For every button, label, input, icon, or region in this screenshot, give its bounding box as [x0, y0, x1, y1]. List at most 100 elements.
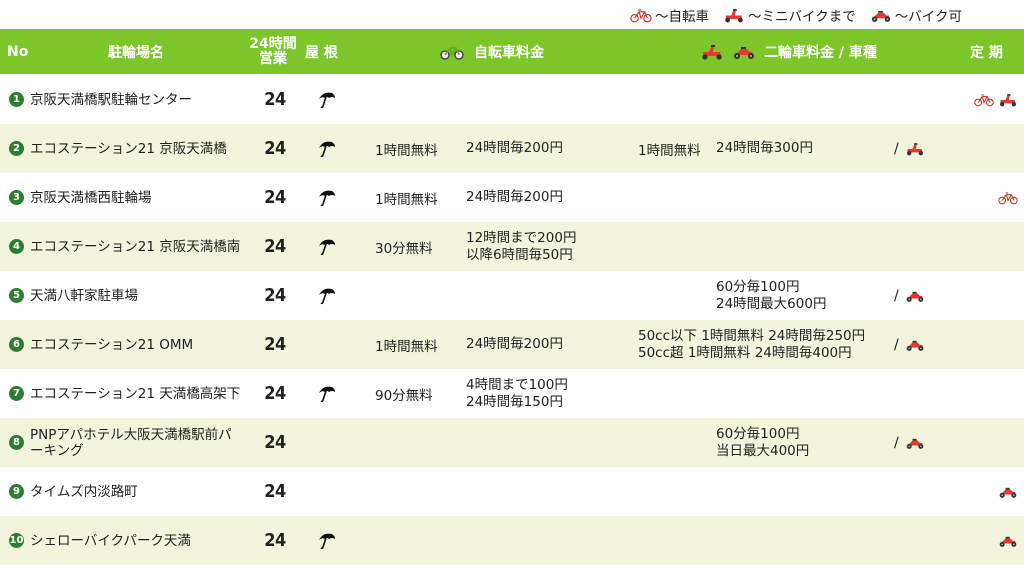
header-bicycle-fee: 自転車料金	[440, 29, 544, 74]
table-row: 3 京阪天満橋西駐輪場 24 1時間無料 24時間毎200円	[0, 173, 1024, 222]
legend-bicycle-label: ～自転車	[655, 9, 709, 25]
legend-minibike: ～ミニバイクまで	[723, 5, 856, 25]
row-number-badge: 6	[9, 337, 24, 352]
header-24h-line2: 営業	[258, 50, 287, 67]
umbrella-icon	[317, 384, 337, 404]
bicycle-fee-line1: 4時間まで100円	[466, 376, 568, 393]
bicycle-free-time: 1時間無料	[375, 338, 438, 355]
row-number-badge: 3	[9, 190, 24, 205]
table-row: 9 タイムズ内淡路町 24	[0, 467, 1024, 516]
parking-name[interactable]: 天満八軒家駐車場	[30, 271, 245, 320]
moto-fee: 50cc以下 1時間無料 24時間毎250円 50cc超 1時間無料 24時間毎…	[638, 320, 865, 369]
hours-24: 24	[264, 432, 286, 453]
minibike-icon	[905, 142, 925, 156]
umbrella-icon	[317, 237, 337, 257]
table-row: 10 シェローバイクパーク天満 24	[0, 516, 1024, 565]
parking-name[interactable]: エコステーション21 京阪天満橋南	[30, 222, 245, 271]
teiki-types	[962, 173, 1018, 222]
bicycle-fee-line2: 24時間毎150円	[466, 393, 563, 410]
hours-24: 24	[264, 530, 286, 551]
hours-24: 24	[264, 236, 286, 257]
teiki-types	[962, 467, 1018, 516]
motorbike-icon	[905, 289, 925, 303]
teiki-types	[962, 516, 1018, 565]
bicycle-icon	[974, 93, 994, 107]
parking-name[interactable]: タイムズ内淡路町	[30, 467, 245, 516]
bicycle-fee-line2: 以降6時間毎50円	[466, 246, 573, 263]
table-header: No 駐輪場名 24時間 営業 屋 根 自転車料金 二輪車料金 / 車種 定 期	[0, 29, 1024, 74]
hours-24: 24	[264, 187, 286, 208]
moto-fee: 24時間毎300円	[716, 140, 813, 156]
minibike-icon	[723, 8, 745, 23]
header-bicycle-fee-label: 自転車料金	[474, 44, 544, 61]
row-number-badge: 5	[9, 288, 24, 303]
bicycle-icon	[998, 191, 1018, 205]
vehicle-type: /	[894, 271, 925, 320]
bicycle-free-time: 30分無料	[375, 240, 433, 257]
vehicle-type: /	[894, 418, 925, 467]
parking-name[interactable]: シェローバイクパーク天満	[30, 516, 245, 565]
type-separator: /	[894, 336, 899, 353]
header-moto-fee: 二輪車料金 / 車種	[700, 29, 877, 74]
minibike-icon	[998, 93, 1018, 107]
parking-name[interactable]: 京阪天満橋西駐輪場	[30, 173, 245, 222]
parking-name[interactable]: エコステーション21 京阪天満橋	[30, 124, 245, 173]
hours-24: 24	[264, 138, 286, 159]
umbrella-icon	[317, 188, 337, 208]
bicycle-icon	[440, 44, 464, 60]
motorbike-icon	[905, 436, 925, 450]
row-number-badge: 10	[9, 533, 24, 548]
hours-24: 24	[264, 89, 286, 110]
umbrella-icon	[317, 531, 337, 551]
parking-name[interactable]: PNPアパホテル大阪天満橋駅前パ ーキング	[30, 418, 245, 467]
header-teiki: 定 期	[970, 44, 1003, 61]
bicycle-fee: 24時間毎200円	[466, 336, 563, 352]
bicycle-fee: 12時間まで200円 以降6時間毎50円	[466, 222, 576, 271]
legend-bike-label: ～バイク可	[894, 9, 962, 25]
hours-24: 24	[264, 334, 286, 355]
umbrella-icon	[317, 286, 337, 306]
bicycle-fee: 24時間毎200円	[466, 189, 563, 205]
bicycle-fee: 24時間毎200円	[466, 140, 563, 156]
vehicle-type: /	[894, 124, 925, 173]
umbrella-icon	[317, 139, 337, 159]
bicycle-free-time: 90分無料	[375, 387, 433, 404]
hours-24: 24	[264, 285, 286, 306]
parking-name-line2: ーキング	[30, 442, 84, 459]
header-name: 駐輪場名	[108, 44, 164, 61]
type-separator: /	[894, 140, 899, 157]
header-roof: 屋 根	[305, 44, 338, 61]
table-row: 6 エコステーション21 OMM 24 1時間無料 24時間毎200円 50cc…	[0, 320, 1024, 369]
type-separator: /	[894, 287, 899, 304]
minibike-icon	[700, 44, 724, 60]
parking-name[interactable]: 京阪天満橋駅駐輪センター	[30, 75, 245, 124]
bicycle-free-time: 1時間無料	[375, 191, 438, 208]
moto-fee-line1: 60分毎100円	[716, 425, 800, 442]
motorbike-icon	[732, 44, 756, 60]
moto-fee: 60分毎100円 当日最大400円	[716, 418, 809, 467]
row-number-badge: 2	[9, 141, 24, 156]
header-no: No	[7, 43, 29, 60]
row-number-badge: 1	[9, 92, 24, 107]
moto-fee-line2: 24時間最大600円	[716, 295, 827, 312]
table-row: 7 エコステーション21 天満橋高架下 24 90分無料 4時間まで100円 2…	[0, 369, 1024, 418]
motorbike-icon	[905, 338, 925, 352]
row-number-badge: 4	[9, 239, 24, 254]
bicycle-fee-line1: 12時間まで200円	[466, 229, 577, 246]
parking-name-line1: PNPアパホテル大阪天満橋駅前パ	[30, 426, 232, 443]
parking-name[interactable]: エコステーション21 天満橋高架下	[30, 369, 245, 418]
motorbike-icon	[998, 534, 1018, 548]
moto-fee-line2: 当日最大400円	[716, 442, 810, 459]
table-row: 2 エコステーション21 京阪天満橋 24 1時間無料 24時間毎200円 1時…	[0, 124, 1024, 173]
moto-fee-line1: 50cc以下 1時間無料 24時間毎250円	[638, 327, 866, 344]
vehicle-type: /	[894, 320, 925, 369]
header-24h: 24時間 営業	[242, 29, 304, 74]
legend-minibike-label: ～ミニバイクまで	[748, 9, 856, 25]
table-row: 1 京阪天満橋駅駐輪センター 24	[0, 75, 1024, 124]
moto-fee-line1: 60分毎100円	[716, 278, 800, 295]
table-row: 4 エコステーション21 京阪天満橋南 24 30分無料 12時間まで200円 …	[0, 222, 1024, 271]
motorbike-icon	[870, 8, 892, 23]
header-24h-line1: 24時間	[249, 35, 297, 52]
type-separator: /	[894, 434, 899, 451]
parking-name[interactable]: エコステーション21 OMM	[30, 320, 245, 369]
